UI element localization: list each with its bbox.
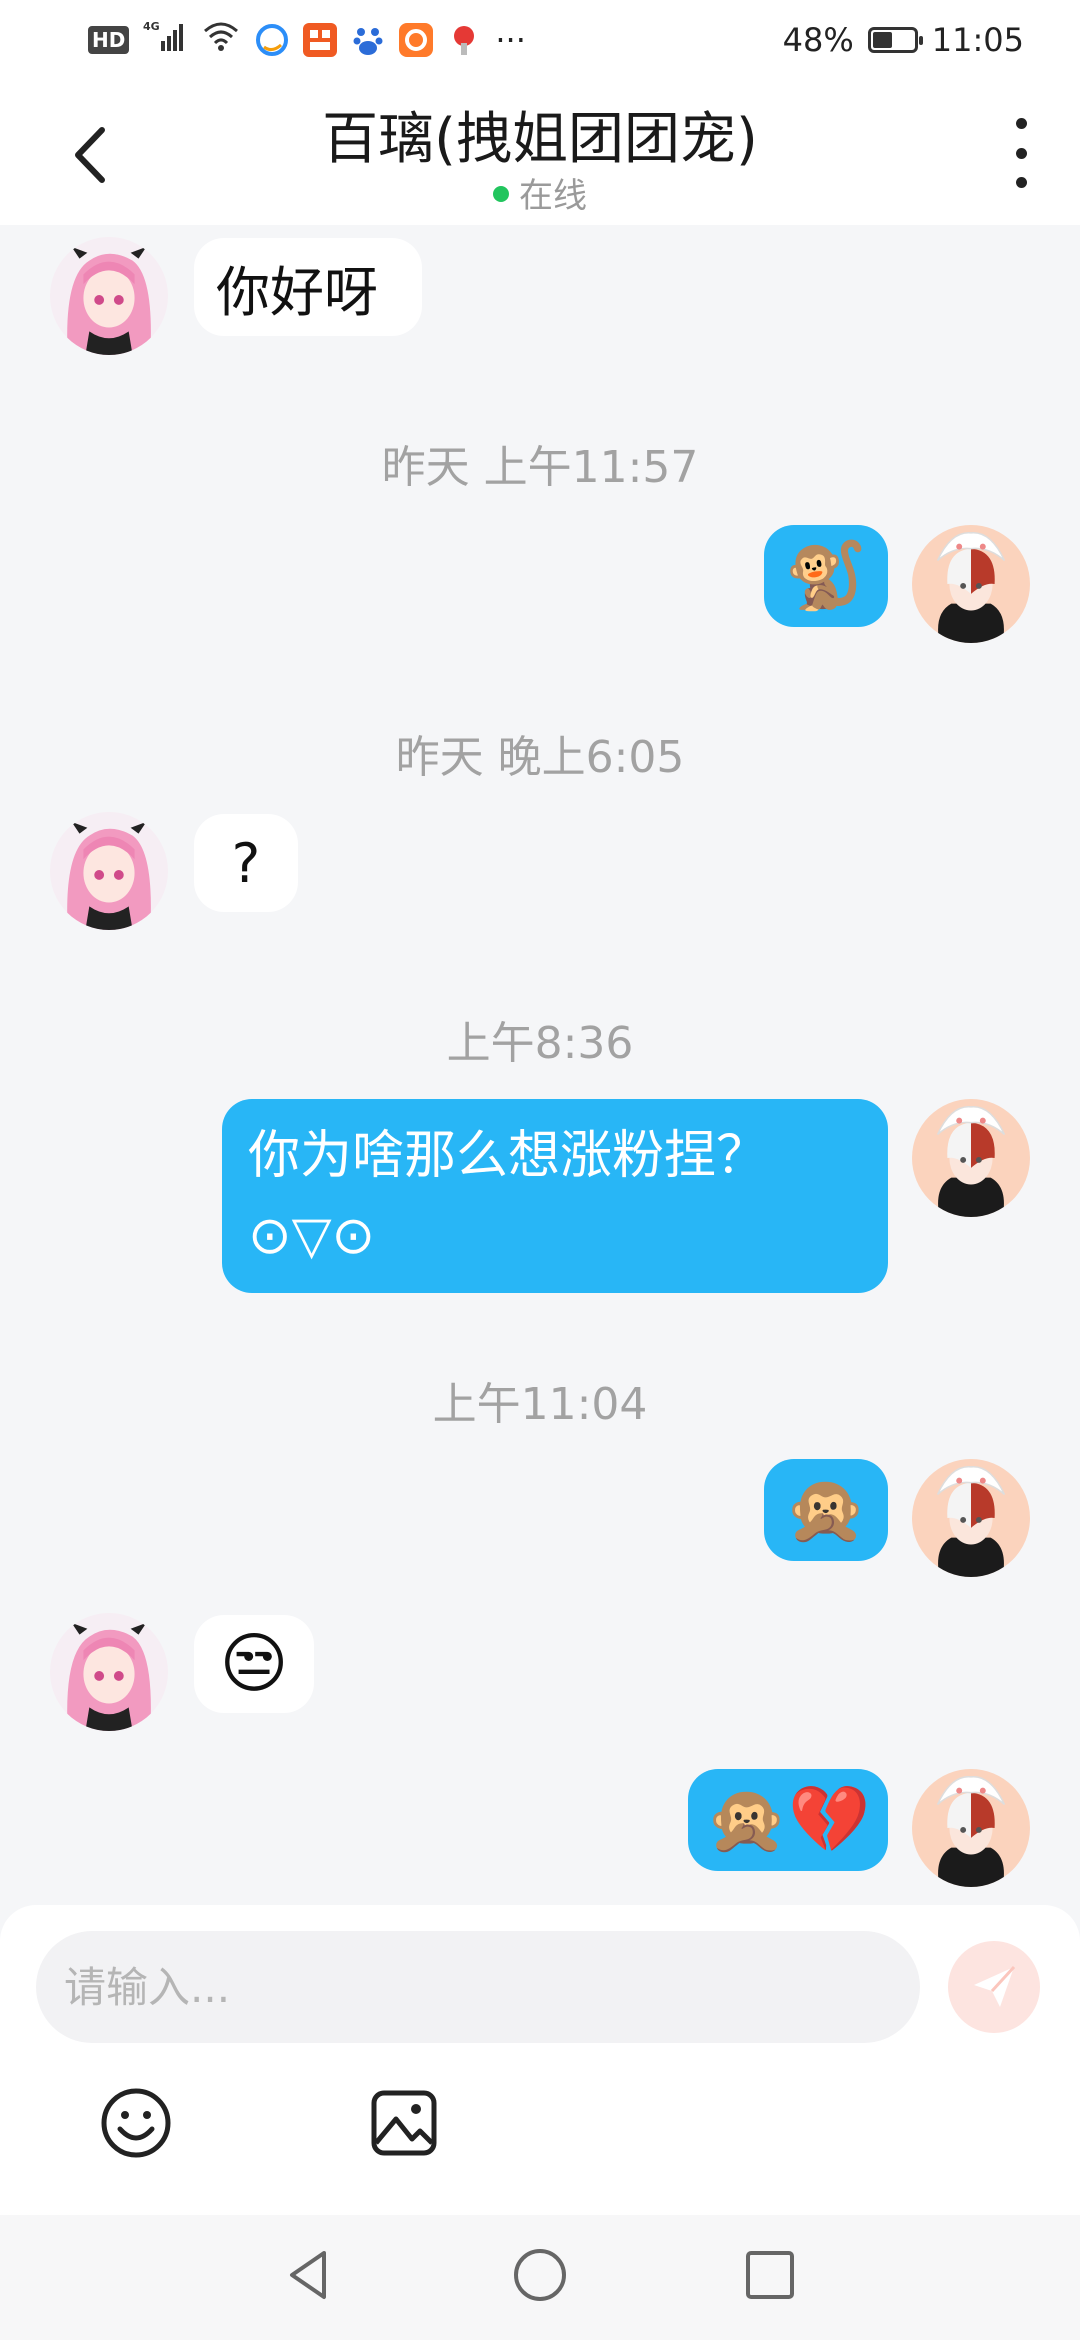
more-vertical-icon (1015, 118, 1027, 129)
send-button[interactable] (948, 1941, 1040, 2033)
message-timestamp: 昨天 晚上6:05 (395, 732, 685, 783)
contact-avatar[interactable] (50, 237, 168, 355)
app-notification-icon (447, 23, 481, 57)
image-button[interactable] (366, 2085, 442, 2161)
contact-avatar[interactable] (50, 812, 168, 930)
message-input[interactable] (36, 1931, 920, 2043)
battery-percent: 48% (782, 21, 854, 59)
message-bubble-outgoing[interactable]: 🙊💔 (688, 1769, 888, 1871)
nav-back-button[interactable] (280, 2245, 340, 2305)
message-emoji: 🙊 (784, 1471, 868, 1548)
message-emoji: 😒 (219, 1625, 289, 1702)
battery-icon (867, 27, 923, 53)
more-dot (1015, 177, 1027, 188)
presence-label: 在线 (519, 176, 587, 216)
status-bar: HD 4G ··· 48% 11:05 (0, 0, 1080, 80)
chat-header: 百璃(拽姐团团宠) 在线 (0, 80, 1080, 225)
message-bubble-outgoing[interactable]: 🐒 (764, 525, 888, 627)
message-bubble-incoming[interactable]: 你好呀 (194, 238, 422, 336)
send-icon (974, 1965, 1016, 2007)
composer (0, 1905, 1080, 2215)
signal-icon: 4G (143, 19, 187, 61)
message-text: ? (231, 831, 261, 895)
message-bubble-outgoing[interactable]: 你为啥那么想涨粉捏？ ⊙▽⊙ (222, 1099, 888, 1293)
battery-level (872, 32, 892, 48)
svg-text:4G: 4G (143, 20, 160, 33)
smiley-icon (101, 2088, 171, 2158)
nav-recents-button[interactable] (740, 2245, 800, 2305)
app-notification-icon (351, 23, 385, 57)
status-left: HD 4G ··· (88, 19, 526, 61)
message-text-line: 你为啥那么想涨粉捏？ (248, 1126, 769, 1186)
wifi-icon (201, 19, 241, 61)
status-right: 48% 11:05 (783, 21, 1024, 59)
message-timestamp: 上午11:04 (432, 1379, 648, 1430)
message-list[interactable]: 你好呀 昨天 上午11:57 🐒 昨天 晚上6:05 ? 上午8:36 你为啥那… (0, 225, 1080, 1905)
triangle-back-icon (290, 2251, 326, 2299)
square-recents-icon (746, 2251, 794, 2299)
online-indicator-icon (493, 185, 509, 202)
user-avatar[interactable] (912, 1459, 1030, 1577)
message-bubble-outgoing[interactable]: 🙊 (764, 1459, 888, 1561)
user-avatar[interactable] (912, 1099, 1030, 1217)
nav-home-button[interactable] (510, 2245, 570, 2305)
message-bubble-incoming[interactable]: ? (194, 814, 298, 912)
contact-avatar[interactable] (50, 1613, 168, 1731)
more-notifications-indicator: ··· (495, 21, 526, 59)
image-icon (371, 2090, 437, 2156)
presence-status: 在线 (0, 168, 1080, 217)
hd-indicator: HD (88, 26, 130, 54)
message-emoji: 🙊💔 (705, 1781, 871, 1858)
message-text-line: ⊙▽⊙ (248, 1206, 376, 1266)
app-notification-icon (255, 23, 289, 57)
more-options-button[interactable] (1006, 118, 1036, 188)
app-notification-icon (303, 23, 338, 57)
message-emoji: 🐒 (784, 537, 868, 614)
message-timestamp: 上午8:36 (446, 1018, 634, 1069)
more-dot (1015, 147, 1027, 159)
circle-home-icon (514, 2249, 566, 2301)
system-navigation-bar (0, 2215, 1080, 2340)
message-timestamp: 昨天 上午11:57 (381, 442, 699, 493)
app-notification-icon (399, 23, 434, 57)
user-avatar[interactable] (912, 525, 1030, 643)
emoji-button[interactable] (98, 2085, 174, 2161)
message-bubble-incoming[interactable]: 😒 (194, 1615, 314, 1713)
user-avatar[interactable] (912, 1769, 1030, 1887)
clock: 11:05 (931, 21, 1024, 59)
contact-name: 百璃(拽姐团团宠) (322, 107, 758, 172)
message-text: 你好呀 (216, 260, 378, 324)
